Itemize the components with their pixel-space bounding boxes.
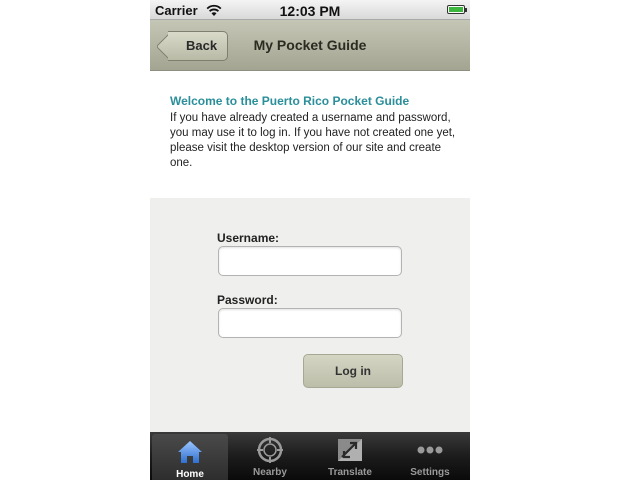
welcome-heading: Welcome to the Puerto Rico Pocket Guide — [170, 94, 410, 108]
status-time: 12:03 PM — [279, 3, 341, 19]
username-label: Username: — [217, 231, 280, 245]
tab-settings-label: Settings — [410, 467, 450, 478]
tab-nearby[interactable]: Nearby — [230, 432, 310, 480]
tab-bar: Home Nearby Translate Settings — [150, 432, 470, 480]
tab-home[interactable]: Home — [152, 434, 228, 480]
tab-translate[interactable]: Translate — [310, 432, 390, 480]
tab-nearby-label: Nearby — [253, 467, 287, 478]
login-form: Username: Password: Log in — [150, 198, 470, 432]
tab-translate-label: Translate — [328, 467, 372, 478]
more-icon — [417, 446, 443, 454]
welcome-section: Welcome to the Puerto Rico Pocket Guide … — [170, 94, 460, 171]
username-field[interactable] — [218, 246, 402, 276]
back-button[interactable]: Back — [168, 31, 229, 61]
password-field[interactable] — [218, 308, 402, 338]
compass-icon — [257, 437, 283, 463]
password-label: Password: — [217, 293, 278, 307]
translate-icon — [338, 439, 362, 461]
battery-level — [449, 7, 463, 12]
welcome-description: If you have already created a username a… — [170, 112, 456, 169]
battery-icon — [447, 5, 467, 14]
tab-settings[interactable]: Settings — [390, 432, 470, 480]
tab-home-label: Home — [176, 469, 204, 480]
home-icon — [178, 441, 202, 463]
navigation-bar: Back My Pocket Guide — [150, 20, 470, 71]
status-bar: Carrier 12:03 PM — [150, 0, 470, 20]
login-button[interactable]: Log in — [303, 354, 403, 388]
phone-screen: Carrier 12:03 PM Back My Pocket Guide We… — [150, 0, 470, 480]
